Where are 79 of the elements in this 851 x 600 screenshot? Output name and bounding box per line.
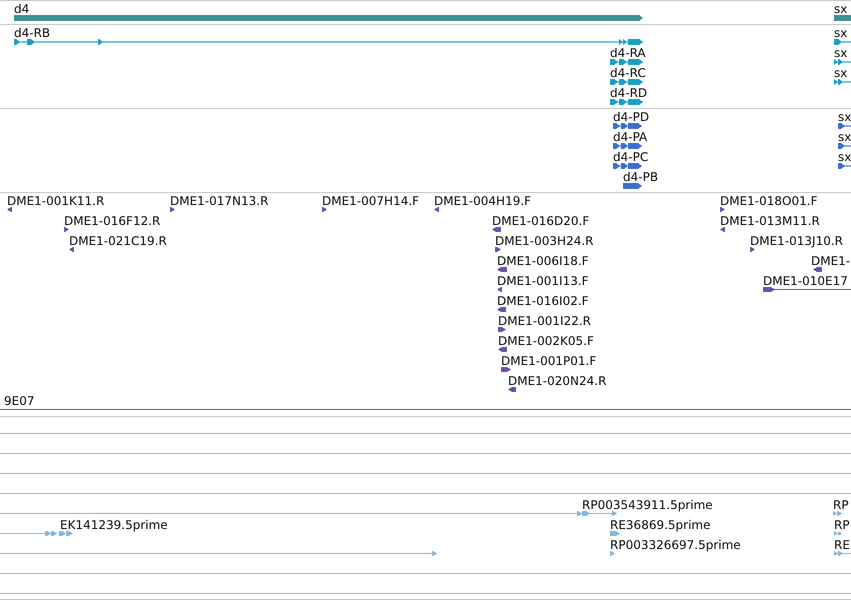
feature-label: d4-RD bbox=[610, 87, 648, 100]
feature-label: sx bbox=[834, 47, 848, 60]
protein-model[interactable] bbox=[613, 163, 642, 169]
feature-label: d4-RB bbox=[14, 27, 50, 40]
arrow-icon[interactable] bbox=[7, 207, 12, 212]
arrow-icon[interactable] bbox=[498, 347, 507, 352]
feature-label: d4-PD bbox=[613, 111, 650, 124]
feature-label: sx bbox=[838, 151, 851, 164]
feature-label: DME1-017N13.R bbox=[170, 195, 268, 208]
feature-label: DME1- bbox=[811, 255, 850, 268]
protein-model[interactable] bbox=[623, 183, 642, 189]
arrow-icon[interactable] bbox=[508, 387, 516, 392]
feature-label: sx bbox=[834, 3, 848, 16]
feature-label: EK141239.5prime bbox=[60, 519, 168, 532]
feature-label: DME1-021C19.R bbox=[69, 235, 167, 248]
feature-label: DME1-010E17 bbox=[763, 275, 848, 288]
feature-label: sx bbox=[838, 131, 851, 144]
feature-label: DME1-001P01.F bbox=[501, 355, 596, 368]
arrow-icon[interactable] bbox=[720, 227, 725, 232]
feature-label: d4-PC bbox=[613, 151, 648, 164]
feature-label: sx bbox=[838, 111, 851, 124]
arrow-icon[interactable] bbox=[498, 327, 506, 332]
arrow-icon[interactable] bbox=[64, 227, 69, 232]
feature-label: DME1-002K05.F bbox=[498, 335, 594, 348]
feature-label: d4-RC bbox=[610, 67, 646, 80]
arrow-icon[interactable] bbox=[170, 207, 175, 212]
arrow-icon[interactable] bbox=[497, 307, 506, 312]
bac-end-model[interactable] bbox=[763, 287, 851, 292]
arrow-icon[interactable] bbox=[497, 287, 502, 292]
feature-label: DME1-001I22.R bbox=[498, 315, 592, 328]
protein-model[interactable] bbox=[838, 143, 851, 149]
feature-label: DME1-003H24.R bbox=[495, 235, 594, 248]
feature-label: sx bbox=[834, 27, 848, 40]
feature-label: RP bbox=[833, 499, 849, 512]
feature-label: DME1-016F12.R bbox=[64, 215, 160, 228]
transcript-model[interactable] bbox=[834, 79, 851, 85]
transcript-model[interactable] bbox=[834, 39, 851, 45]
protein-model[interactable] bbox=[613, 123, 642, 129]
feature-label: RP003543911.5prime bbox=[582, 499, 713, 512]
feature-label: d4-RA bbox=[610, 47, 646, 60]
protein-model[interactable] bbox=[838, 123, 851, 129]
feature-label: d4-PB bbox=[623, 171, 658, 184]
feature-label: DME1-013M11.R bbox=[720, 215, 820, 228]
arrow-icon[interactable] bbox=[501, 367, 511, 372]
feature-label: DME1-001I13.F bbox=[497, 275, 589, 288]
arrow-icon[interactable] bbox=[492, 227, 501, 232]
feature-label: DME1-013J10.R bbox=[750, 235, 844, 248]
transcript-model[interactable] bbox=[610, 99, 643, 105]
feature-label: DME1-016D20.F bbox=[492, 215, 590, 228]
arrow-icon[interactable] bbox=[495, 247, 501, 252]
protein-model[interactable] bbox=[838, 163, 851, 169]
transcript-model[interactable] bbox=[610, 79, 643, 85]
transcript-model[interactable] bbox=[834, 59, 851, 65]
arrow-icon[interactable] bbox=[69, 247, 74, 252]
arrow-icon[interactable] bbox=[434, 207, 439, 212]
arrow-icon[interactable] bbox=[322, 207, 327, 212]
feature-label: d4-PA bbox=[613, 131, 648, 144]
feature-label: DME1-006I18.F bbox=[497, 255, 589, 268]
feature-label: RP003326697.5prime bbox=[610, 539, 741, 552]
feature-label: RE36869.5prime bbox=[610, 519, 710, 532]
feature-label: DME1-007H14.F bbox=[322, 195, 420, 208]
feature-label: sx bbox=[834, 67, 848, 80]
transcript-model[interactable] bbox=[14, 39, 643, 45]
feature-label: DME1-018O01.F bbox=[720, 195, 818, 208]
bac-end-model[interactable] bbox=[0, 407, 851, 412]
feature-label: DME1-004H19.F bbox=[434, 195, 532, 208]
protein-model[interactable] bbox=[613, 143, 642, 149]
feature-label: DME1-001K11.R bbox=[7, 195, 104, 208]
feature-label: RP bbox=[834, 519, 850, 532]
arrow-icon[interactable] bbox=[750, 247, 755, 252]
feature-label: DME1-020N24.R bbox=[508, 375, 606, 388]
arrow-icon[interactable] bbox=[813, 267, 822, 272]
feature-label: RE bbox=[834, 539, 850, 552]
feature-label: d4 bbox=[14, 3, 30, 16]
feature-label: DME1-016I02.F bbox=[497, 295, 589, 308]
feature-label: 9E07 bbox=[4, 395, 34, 408]
arrow-icon[interactable] bbox=[497, 267, 507, 272]
arrow-icon[interactable] bbox=[720, 207, 725, 212]
transcript-model[interactable] bbox=[610, 59, 643, 65]
